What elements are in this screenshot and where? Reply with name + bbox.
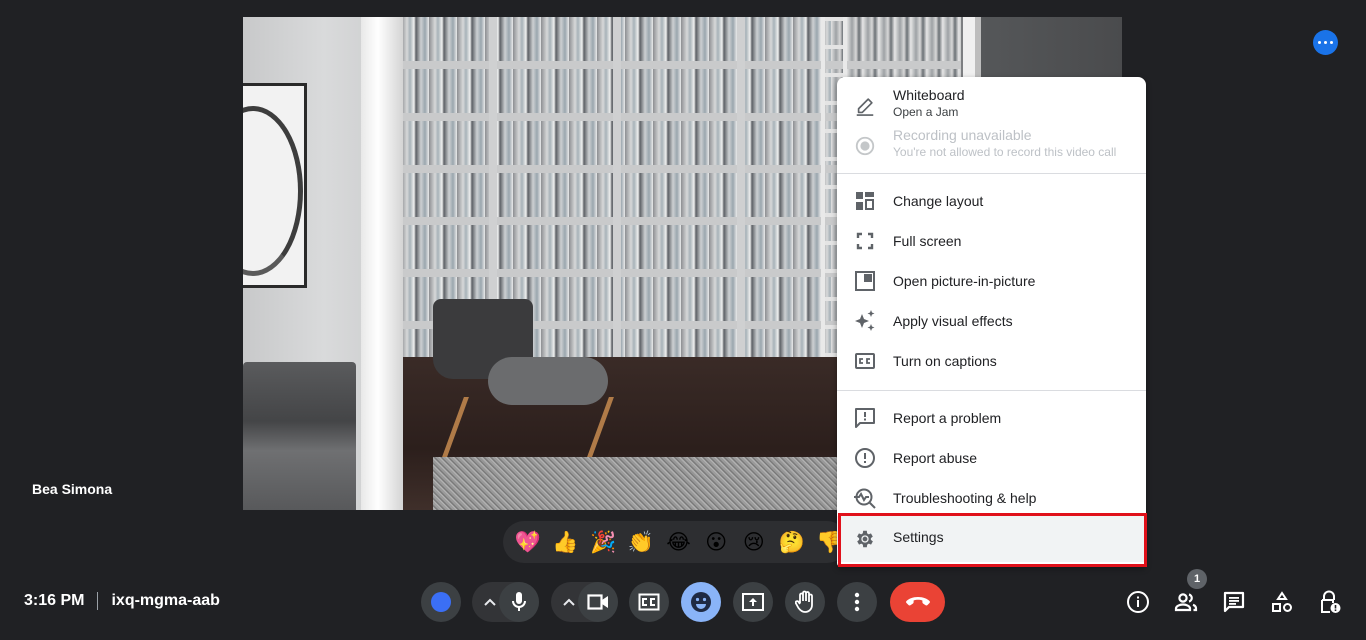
menu-item-label: Open picture-in-picture xyxy=(893,273,1036,289)
send-reaction-button[interactable] xyxy=(681,582,721,622)
meeting-code: ixq-mgma-aab xyxy=(111,592,220,609)
reaction-sparkling-heart[interactable]: 💖 xyxy=(509,522,547,562)
menu-item-recording: Recording unavailable You're not allowed… xyxy=(837,123,1146,169)
menu-divider xyxy=(837,390,1146,391)
camera-button[interactable] xyxy=(578,582,618,622)
layout-icon xyxy=(853,189,877,213)
reaction-party-popper[interactable]: 🎉 xyxy=(584,522,622,562)
menu-item-full-screen[interactable]: Full screen xyxy=(837,221,1146,261)
menu-item-visual-effects[interactable]: Apply visual effects xyxy=(837,301,1146,341)
menu-item-settings[interactable]: Settings xyxy=(837,516,1146,562)
menu-item-sublabel: You're not allowed to record this video … xyxy=(893,145,1117,159)
menu-item-label: Whiteboard xyxy=(893,87,965,103)
reaction-surprised[interactable]: 😮 xyxy=(697,522,735,562)
menu-item-report-problem[interactable]: Report a problem xyxy=(837,398,1146,438)
menu-divider xyxy=(837,173,1146,174)
menu-item-sublabel: Open a Jam xyxy=(893,105,959,119)
camera-control-group xyxy=(551,582,618,622)
hang-up-icon xyxy=(905,597,930,606)
activities-button[interactable] xyxy=(1270,590,1294,614)
meeting-details-button[interactable] xyxy=(1126,590,1150,614)
reaction-clapping-hands[interactable]: 👏 xyxy=(622,522,660,562)
menu-item-label: Apply visual effects xyxy=(893,313,1013,329)
reactions-tray: 💖 👍 🎉 👏 😂 😮 😢 🤔 👎 xyxy=(503,521,848,563)
menu-item-label: Troubleshooting & help xyxy=(893,490,1037,506)
feedback-icon xyxy=(853,406,877,430)
video-ottoman xyxy=(488,357,608,405)
menu-item-change-layout[interactable]: Change layout xyxy=(837,181,1146,221)
menu-item-label: Full screen xyxy=(893,233,962,249)
chat-icon xyxy=(1223,591,1245,613)
shapes-icon xyxy=(1272,591,1292,612)
raise-hand-button[interactable] xyxy=(785,582,825,622)
host-controls-button[interactable] xyxy=(1318,590,1342,614)
menu-item-label: Recording unavailable xyxy=(893,127,1032,143)
menu-item-troubleshooting[interactable]: Troubleshooting & help xyxy=(837,478,1146,518)
more-options-button[interactable] xyxy=(837,582,877,622)
menu-item-label: Report abuse xyxy=(893,450,978,466)
more-dot xyxy=(1317,40,1322,45)
people-icon xyxy=(1174,593,1198,612)
reaction-tears-of-joy[interactable]: 😂 xyxy=(660,522,698,562)
present-screen-icon xyxy=(742,593,764,611)
video-picture-frame xyxy=(243,83,307,288)
menu-item-label: Report a problem xyxy=(893,410,1002,426)
menu-item-captions[interactable]: Turn on captions xyxy=(837,341,1146,381)
reaction-crying[interactable]: 😢 xyxy=(735,522,773,562)
picture-in-picture-icon xyxy=(853,269,877,293)
meeting-info-separator xyxy=(97,592,99,610)
more-vert-icon xyxy=(854,592,860,612)
mic-control-group xyxy=(472,582,539,622)
mic-options-chevron-up-icon[interactable] xyxy=(480,592,500,612)
people-button[interactable] xyxy=(1174,590,1198,614)
leave-call-button[interactable] xyxy=(890,582,945,622)
reaction-thumbs-up[interactable]: 👍 xyxy=(547,522,585,562)
blue-dot-icon xyxy=(431,592,451,612)
record-icon xyxy=(853,134,877,158)
menu-item-report-abuse[interactable]: Report abuse xyxy=(837,438,1146,478)
menu-item-picture-in-picture[interactable]: Open picture-in-picture xyxy=(837,261,1146,301)
captions-button[interactable] xyxy=(629,582,669,622)
more-options-menu: Whiteboard Open a Jam Recording unavaila… xyxy=(837,77,1146,567)
camera-options-chevron-up-icon[interactable] xyxy=(559,592,579,612)
tile-more-options-button[interactable] xyxy=(1313,30,1338,55)
sparkle-icon xyxy=(853,309,877,333)
fullscreen-icon xyxy=(853,229,877,253)
menu-item-label: Turn on captions xyxy=(893,353,997,369)
more-dot xyxy=(1323,40,1328,45)
chat-button[interactable] xyxy=(1222,590,1246,614)
gear-icon xyxy=(853,527,877,551)
info-icon xyxy=(1127,591,1149,613)
companion-mode-button[interactable] xyxy=(421,582,461,622)
lock-person-icon xyxy=(1321,590,1341,613)
reaction-thinking[interactable]: 🤔 xyxy=(773,522,811,562)
video-sofa xyxy=(243,362,356,510)
video-camera-icon xyxy=(587,594,608,610)
meeting-time: 3:16 PM xyxy=(24,592,85,609)
present-screen-button[interactable] xyxy=(733,582,773,622)
microphone-icon xyxy=(512,592,526,611)
video-door-frame xyxy=(361,17,403,510)
microphone-button[interactable] xyxy=(499,582,539,622)
people-count-badge: 1 xyxy=(1187,569,1207,589)
meeting-info: 3:16 PM ixq-mgma-aab xyxy=(24,592,220,610)
captions-icon xyxy=(638,593,660,611)
raise-hand-icon xyxy=(795,590,813,613)
alert-circle-icon xyxy=(853,446,877,470)
participant-name: Bea Simona xyxy=(32,481,113,497)
video-chair-legs xyxy=(442,397,614,457)
pencil-icon xyxy=(853,94,877,118)
captions-icon xyxy=(853,349,877,373)
menu-item-label: Change layout xyxy=(893,193,984,209)
troubleshoot-icon xyxy=(853,486,877,510)
meet-call-screen: Bea Simona 💖 👍 🎉 👏 😂 😮 😢 🤔 👎 Whiteboard … xyxy=(0,0,1366,640)
emoji-smiley-icon xyxy=(691,592,711,612)
menu-item-label: Settings xyxy=(893,529,944,545)
more-dot xyxy=(1329,40,1334,45)
